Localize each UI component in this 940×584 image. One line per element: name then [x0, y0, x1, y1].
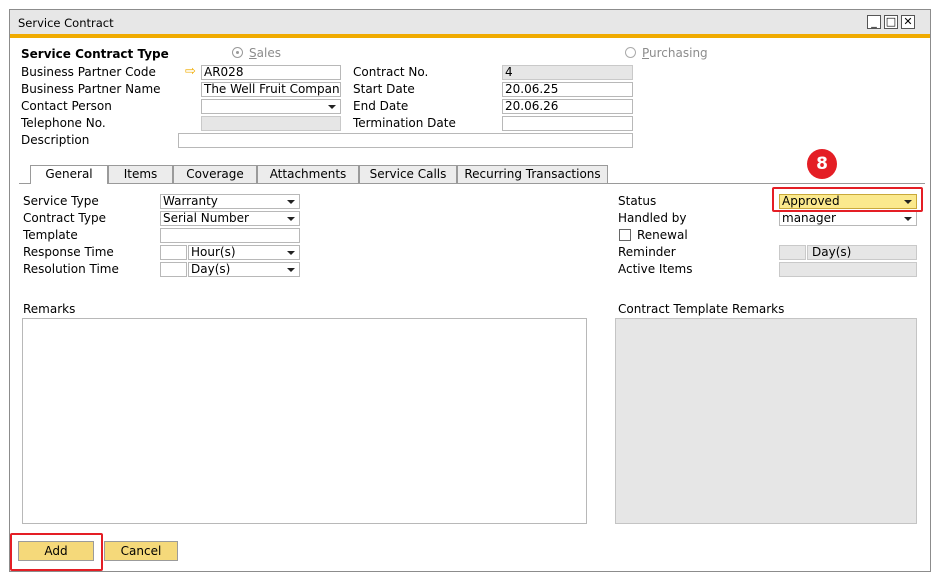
bp-name-field[interactable]: The Well Fruit Company: [201, 82, 341, 97]
description-field[interactable]: [178, 133, 633, 148]
close-button[interactable]: ✕: [901, 15, 915, 29]
contract-type-label: Contract Type: [23, 211, 106, 225]
active-tab-gap: [31, 183, 107, 184]
telephone-field: [201, 116, 341, 131]
tab-items[interactable]: Items: [108, 165, 173, 183]
template-remarks-label: Contract Template Remarks: [618, 302, 785, 316]
tab-label: Recurring Transactions: [464, 167, 601, 181]
reminder-label: Reminder: [618, 245, 676, 259]
response-time-unit-dropdown[interactable]: Hour(s): [188, 245, 300, 260]
status-highlight-box: [772, 187, 923, 212]
service-contract-type-label: Service Contract Type: [21, 47, 169, 61]
start-date-field[interactable]: 20.06.25: [502, 82, 633, 97]
purchasing-radio[interactable]: [625, 47, 636, 58]
link-arrow-icon[interactable]: ⇨: [185, 64, 196, 79]
minimize-button[interactable]: _: [867, 15, 881, 29]
sales-hotkey: S: [249, 46, 257, 60]
tab-label: Attachments: [269, 167, 347, 181]
renewal-label: Renewal: [637, 228, 688, 242]
sales-label-rest: ales: [256, 46, 281, 60]
template-label: Template: [23, 228, 78, 242]
sales-label: Sales: [249, 46, 281, 60]
reminder-value-field: [779, 245, 806, 260]
maximize-button[interactable]: □: [884, 15, 898, 29]
bp-code-label: Business Partner Code: [21, 65, 156, 79]
remarks-label: Remarks: [23, 302, 76, 316]
end-date-label: End Date: [353, 99, 409, 113]
active-items-label: Active Items: [618, 262, 693, 276]
service-type-dropdown[interactable]: Warranty: [160, 194, 300, 209]
contract-no-field: 4: [502, 65, 633, 80]
resolution-time-unit-dropdown[interactable]: Day(s): [188, 262, 300, 277]
contact-person-label: Contact Person: [21, 99, 112, 113]
handled-by-label: Handled by: [618, 211, 687, 225]
title-bar: Service Contract _ □ ✕: [10, 10, 930, 38]
tab-label: General: [45, 167, 93, 181]
reminder-unit-field: Day(s): [807, 245, 917, 260]
purchasing-label: Purchasing: [642, 46, 708, 60]
tab-label: Service Calls: [369, 167, 447, 181]
resolution-time-field[interactable]: [160, 262, 187, 277]
tab-attachments[interactable]: Attachments: [257, 165, 359, 183]
contract-type-dropdown[interactable]: Serial Number: [160, 211, 300, 226]
termination-date-field[interactable]: [502, 116, 633, 131]
active-items-field: [779, 262, 917, 277]
tab-general[interactable]: General: [30, 165, 108, 184]
sales-radio[interactable]: [232, 47, 243, 58]
response-time-field[interactable]: [160, 245, 187, 260]
template-field[interactable]: [160, 228, 300, 243]
resolution-time-label: Resolution Time: [23, 262, 119, 276]
contract-no-label: Contract No.: [353, 65, 429, 79]
status-label: Status: [618, 194, 657, 208]
add-button-highlight-box: [10, 533, 103, 571]
purchasing-hotkey: P: [642, 46, 650, 60]
bp-name-label: Business Partner Name: [21, 82, 161, 96]
description-label: Description: [21, 133, 90, 147]
end-date-field[interactable]: 20.06.26: [502, 99, 633, 114]
tab-divider: [19, 183, 925, 184]
cancel-button[interactable]: Cancel: [104, 541, 178, 561]
template-remarks-area: [615, 318, 917, 524]
contact-person-dropdown[interactable]: [201, 99, 341, 114]
bp-code-field[interactable]: AR028: [201, 65, 341, 80]
step-number-badge: 8: [807, 149, 837, 179]
tab-label: Items: [123, 167, 158, 181]
termination-date-label: Termination Date: [353, 116, 456, 130]
radio-dot-icon: [236, 51, 239, 54]
handled-by-dropdown[interactable]: manager: [779, 211, 917, 226]
reminder-unit: Day(s): [812, 245, 852, 259]
renewal-checkbox[interactable]: [619, 229, 631, 241]
tab-label: Coverage: [186, 167, 244, 181]
service-type-label: Service Type: [23, 194, 99, 208]
tab-recurring-transactions[interactable]: Recurring Transactions: [457, 165, 608, 183]
start-date-label: Start Date: [353, 82, 415, 96]
tab-service-calls[interactable]: Service Calls: [359, 165, 457, 183]
window-title: Service Contract: [18, 16, 114, 30]
remarks-textarea[interactable]: [22, 318, 587, 524]
tab-coverage[interactable]: Coverage: [173, 165, 257, 183]
telephone-label: Telephone No.: [21, 116, 106, 130]
response-time-label: Response Time: [23, 245, 114, 259]
purchasing-label-rest: urchasing: [649, 46, 708, 60]
